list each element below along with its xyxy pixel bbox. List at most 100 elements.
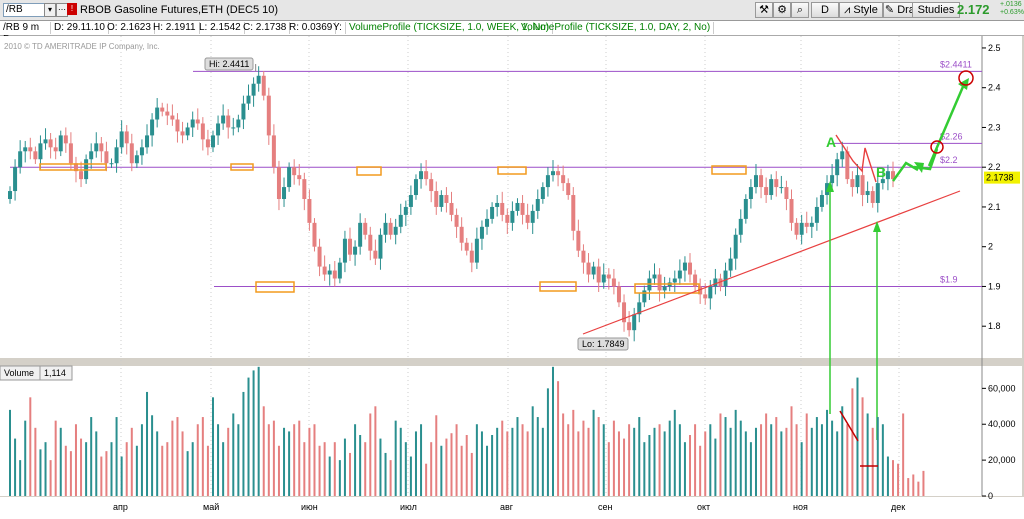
candle-body: [469, 250, 474, 263]
volume-bar: [19, 460, 22, 496]
candle-body: [68, 143, 73, 164]
volume-bar: [399, 427, 402, 496]
style-button[interactable]: ⩘ Style: [839, 2, 883, 18]
candle-body: [413, 179, 418, 196]
candle-body: [449, 202, 454, 215]
volume-bar: [836, 431, 839, 496]
volume-bar: [262, 406, 265, 496]
zoom-icon[interactable]: ⌕: [791, 2, 809, 18]
volume-bar: [247, 377, 250, 496]
candle-body: [378, 234, 383, 259]
volume-bar: [308, 427, 311, 496]
volume-bar: [795, 424, 798, 496]
volume-bar: [313, 424, 316, 496]
volume-bar: [80, 438, 83, 496]
copyright-label: 2010 © TD AMERITRADE IP Company, Inc.: [4, 42, 160, 51]
volume-bar: [486, 445, 489, 496]
volume-bar: [536, 417, 539, 496]
candle-body: [596, 266, 601, 283]
volume-bar: [283, 427, 286, 496]
volume-bar: [785, 427, 788, 496]
candle-body: [774, 179, 779, 188]
volume-bar: [597, 417, 600, 496]
candle-body: [317, 246, 322, 267]
period-button[interactable]: D: [811, 2, 839, 18]
volume-bar: [252, 370, 255, 496]
chart-period[interactable]: /RB 9 m D: [0, 22, 51, 45]
candle-body: [18, 151, 23, 168]
candle-body: [89, 151, 94, 160]
volume-bar: [54, 420, 57, 496]
volume-bar: [491, 435, 494, 496]
volume-bar: [384, 452, 387, 496]
candle-body: [581, 250, 586, 263]
symbol-dropdown-icon[interactable]: ▾: [44, 3, 56, 17]
volume-bar: [323, 442, 326, 496]
candle-body: [145, 135, 150, 148]
volume-bar: [749, 442, 752, 496]
volume-bar: [607, 442, 610, 496]
candle-body: [134, 155, 139, 164]
candle-body: [373, 250, 378, 259]
volume-bar: [440, 445, 443, 496]
candle-body: [261, 75, 266, 96]
volume-bar: [176, 417, 179, 496]
exchange-badge-icon: !: [67, 3, 77, 15]
volume-bar: [628, 424, 631, 496]
candle-body: [33, 151, 38, 160]
price-tick-label: 2.3: [988, 122, 1001, 132]
volume-bar: [293, 424, 296, 496]
level-label: $1.9: [940, 274, 958, 284]
bar-close: C: 2.1738: [240, 22, 291, 34]
volume-bar: [480, 431, 483, 496]
volume-bar: [460, 445, 463, 496]
volume-bar: [668, 420, 671, 496]
volume-bar: [790, 406, 793, 496]
volume-bar: [74, 424, 77, 496]
candle-body: [657, 274, 662, 291]
volume-bar: [146, 391, 149, 496]
volume-bar: [227, 427, 230, 496]
volume-bar: [95, 431, 98, 496]
volume-bar: [303, 442, 306, 496]
volume-bar: [49, 460, 52, 496]
volume-bar: [364, 442, 367, 496]
volume-bar: [34, 427, 37, 496]
volume-bar: [59, 427, 62, 496]
info-bar: /RB 9 m D D: 29.11.10 O: 2.1623 H: 2.191…: [0, 21, 1024, 45]
percent-change: +0.63%: [1000, 9, 1024, 16]
symbol-input[interactable]: /RB: [3, 3, 47, 17]
chart-area[interactable]: 2.5 2.4 2.3 2.2 2.1 2 1.9 1.8 2010 © TD AMERITRA…: [0, 36, 1024, 519]
candle-body: [210, 135, 215, 148]
candle-body: [601, 274, 606, 283]
price-tick-label: 2.5: [988, 43, 1001, 53]
compare-icon[interactable]: ⚙: [773, 2, 791, 18]
level-label: $2.2: [940, 155, 958, 165]
volume-bar: [242, 391, 245, 496]
volume-bar: [866, 413, 869, 496]
bar-open: O: 2.1623: [104, 22, 155, 34]
candle-body: [155, 107, 160, 120]
volume-bar: [404, 442, 407, 496]
volume-bar: [125, 442, 128, 496]
study-daily-profile[interactable]: VolumeProfile (TICKSIZE, 1.0, DAY, 2, No…: [518, 22, 715, 34]
volume-bar: [876, 417, 879, 496]
candle-body: [104, 151, 109, 164]
candle-body: [500, 202, 505, 215]
toolbar: /RB ▾ ⋯ ! RBOB Gasoline Futures,ETH (DEC…: [0, 0, 1024, 21]
candle-body: [251, 83, 256, 96]
volume-bar: [673, 409, 676, 496]
tools-icon[interactable]: ⚒: [755, 2, 773, 18]
candle-body: [383, 222, 388, 235]
studies-button[interactable]: Studies: [912, 2, 960, 18]
volume-bar: [765, 413, 768, 496]
candle-body: [840, 151, 845, 160]
volume-bar: [846, 424, 849, 496]
volume-bar: [602, 424, 605, 496]
candle-body: [205, 139, 210, 148]
candle-body: [403, 206, 408, 215]
candle-body: [789, 199, 794, 223]
volume-bar: [343, 438, 346, 496]
last-price-tag-label: 2.1738: [986, 173, 1014, 183]
candle-body: [556, 171, 561, 176]
